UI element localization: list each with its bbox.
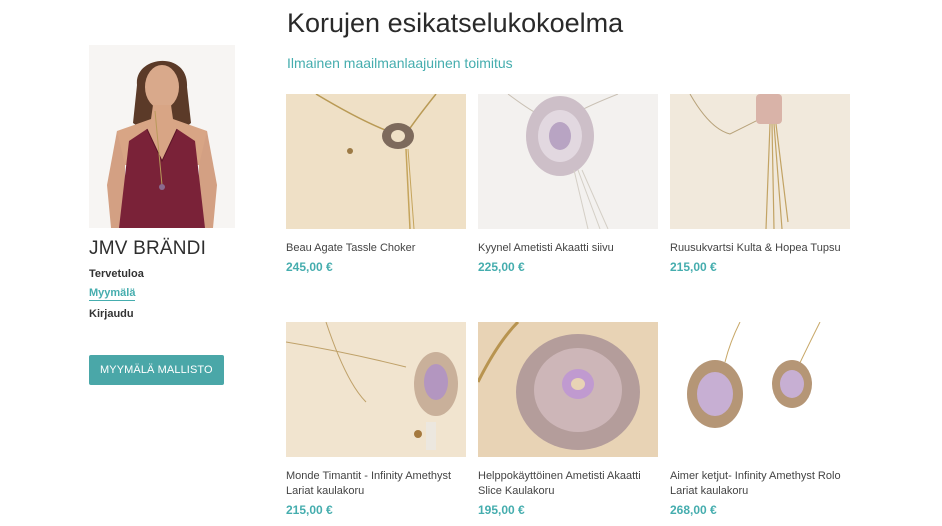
product-price: 268,00 € xyxy=(670,503,717,517)
product-name[interactable]: Beau Agate Tassle Choker xyxy=(286,241,466,256)
shipping-banner: Ilmainen maailmanlaajuinen toimitus xyxy=(287,55,513,71)
product-photo[interactable] xyxy=(670,322,850,457)
nav-shop[interactable]: Myymälä xyxy=(89,287,136,301)
shop-collection-button[interactable]: MYYMÄLÄ MALLISTO xyxy=(89,355,224,385)
product-card[interactable]: Kyynel Ametisti Akaatti siivu 225,00 € xyxy=(478,94,658,274)
product-name[interactable]: Kyynel Ametisti Akaatti siivu xyxy=(478,241,658,256)
product-card[interactable]: Ruusukvartsi Kulta & Hopea Tupsu 215,00 … xyxy=(670,94,850,274)
product-price: 225,00 € xyxy=(478,260,525,274)
page-title: Korujen esikatselukokoelma xyxy=(287,8,624,38)
product-photo[interactable] xyxy=(670,94,850,229)
product-card[interactable]: Monde Timantit - Infinity Amethyst Laria… xyxy=(286,322,466,517)
nav-welcome[interactable]: Tervetuloa xyxy=(89,268,144,280)
product-name[interactable]: Aimer ketjut- Infinity Amethyst Rolo Lar… xyxy=(670,469,850,499)
product-name[interactable]: Ruusukvartsi Kulta & Hopea Tupsu xyxy=(670,241,850,256)
product-photo[interactable] xyxy=(478,322,658,457)
brand-name: JMV BRÄNDI xyxy=(89,238,207,259)
product-price: 215,00 € xyxy=(286,503,333,517)
product-photo[interactable] xyxy=(286,94,466,229)
product-photo[interactable] xyxy=(286,322,466,457)
model-photo xyxy=(89,45,235,228)
product-card[interactable]: Beau Agate Tassle Choker 245,00 € xyxy=(286,94,466,274)
product-card[interactable]: Aimer ketjut- Infinity Amethyst Rolo Lar… xyxy=(670,322,850,517)
sidebar-nav: Tervetuloa Myymälä Kirjaudu xyxy=(89,268,239,320)
product-price: 245,00 € xyxy=(286,260,333,274)
product-price: 215,00 € xyxy=(670,260,717,274)
nav-login[interactable]: Kirjaudu xyxy=(89,308,134,320)
product-photo[interactable] xyxy=(478,94,658,229)
product-name[interactable]: Monde Timantit - Infinity Amethyst Laria… xyxy=(286,469,466,499)
product-name[interactable]: Helppokäyttöinen Ametisti Akaatti Slice … xyxy=(478,469,658,499)
product-card[interactable]: Helppokäyttöinen Ametisti Akaatti Slice … xyxy=(478,322,658,517)
product-price: 195,00 € xyxy=(478,503,525,517)
sidebar: JMV BRÄNDI Tervetuloa Myymälä Kirjaudu M… xyxy=(89,45,239,385)
